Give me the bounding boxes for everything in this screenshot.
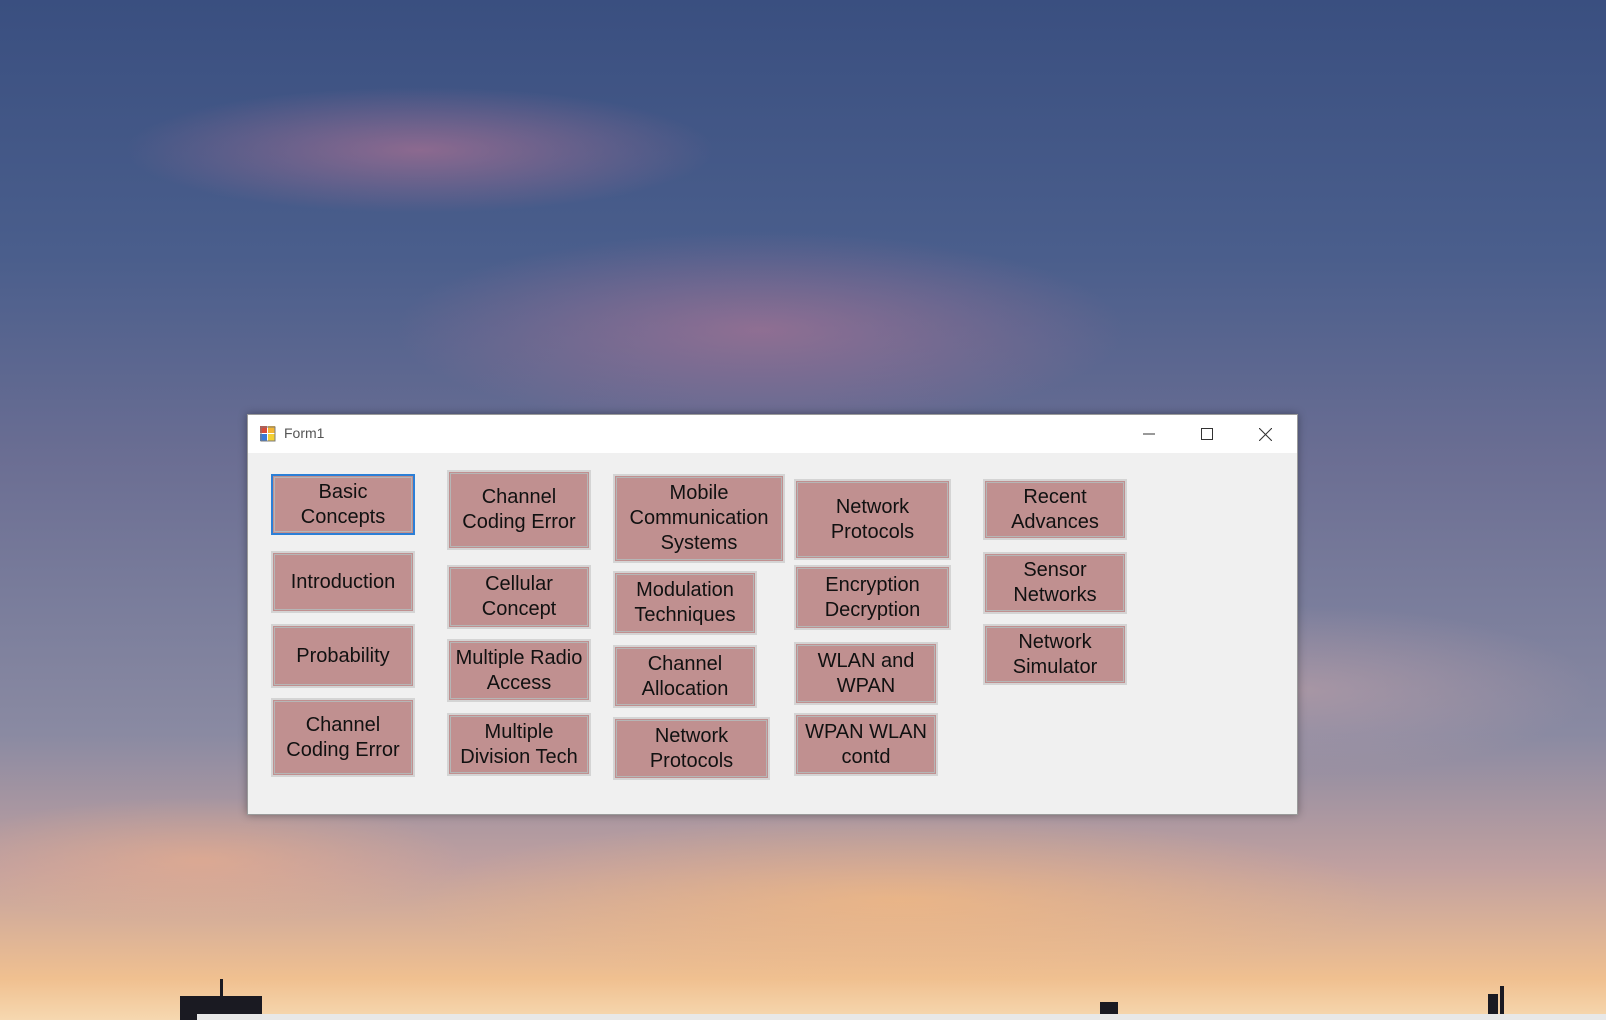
button-label: Multiple Radio Access [455,646,583,694]
button-label: Basic Concepts [300,480,386,528]
button-label: Network Simulator [1012,630,1098,678]
button-label: WPAN WLAN contd [805,720,927,768]
form-window: Form1 Basic Concepts Introduction Probab… [247,414,1298,815]
minimize-icon [1143,433,1155,435]
minimize-button[interactable] [1126,415,1172,453]
channel-coding-error-button-2[interactable]: Channel Coding Error [447,470,591,550]
button-label: Network Protocols [830,495,915,543]
multiple-radio-access-button[interactable]: Multiple Radio Access [447,639,591,702]
button-label: Introduction [290,570,396,593]
network-protocols-button-1[interactable]: Network Protocols [613,717,770,780]
encryption-decryption-button[interactable]: Encryption Decryption [794,565,951,630]
maximize-button[interactable] [1184,415,1230,453]
button-label: Modulation Techniques [634,579,736,626]
modulation-techniques-button[interactable]: Modulation Techniques [613,571,757,635]
form-app-icon [260,426,276,442]
button-label: Multiple Division Tech [460,720,578,768]
close-icon [1258,427,1272,441]
wpan-wlan-contd-button[interactable]: WPAN WLAN contd [794,713,938,776]
button-label: Channel Allocation [641,652,729,700]
title-bar[interactable]: Form1 [248,415,1297,453]
window-title: Form1 [284,425,325,441]
channel-allocation-button[interactable]: Channel Allocation [613,645,757,708]
button-label: Recent Advances [1011,485,1099,533]
button-label: Encryption Decryption [824,573,921,621]
recent-advances-button[interactable]: Recent Advances [983,479,1127,540]
button-label: Sensor Networks [1013,559,1097,606]
taskbar-edge [197,1014,1606,1020]
introduction-button[interactable]: Introduction [271,551,415,613]
button-label: Channel Coding Error [462,486,576,533]
button-label: Channel Coding Error [286,713,400,761]
sensor-networks-button[interactable]: Sensor Networks [983,552,1127,614]
button-label: Network Protocols [649,724,734,772]
wlan-and-wpan-button[interactable]: WLAN and WPAN [794,642,938,705]
network-simulator-button[interactable]: Network Simulator [983,624,1127,685]
cellular-concept-button[interactable]: Cellular Concept [447,565,591,629]
probability-button[interactable]: Probability [271,624,415,688]
network-protocols-button-2[interactable]: Network Protocols [794,479,951,560]
button-label: Probability [296,644,390,667]
maximize-icon [1201,428,1213,440]
multiple-division-tech-button[interactable]: Multiple Division Tech [447,713,591,776]
button-label: WLAN and WPAN [817,649,915,697]
basic-concepts-button[interactable]: Basic Concepts [271,474,415,535]
mobile-communication-systems-button[interactable]: Mobile Communication Systems [613,474,785,563]
close-button[interactable] [1242,415,1288,453]
channel-coding-error-button-1[interactable]: Channel Coding Error [271,698,415,777]
button-label: Mobile Communication Systems [629,482,769,554]
button-label: Cellular Concept [481,573,557,620]
